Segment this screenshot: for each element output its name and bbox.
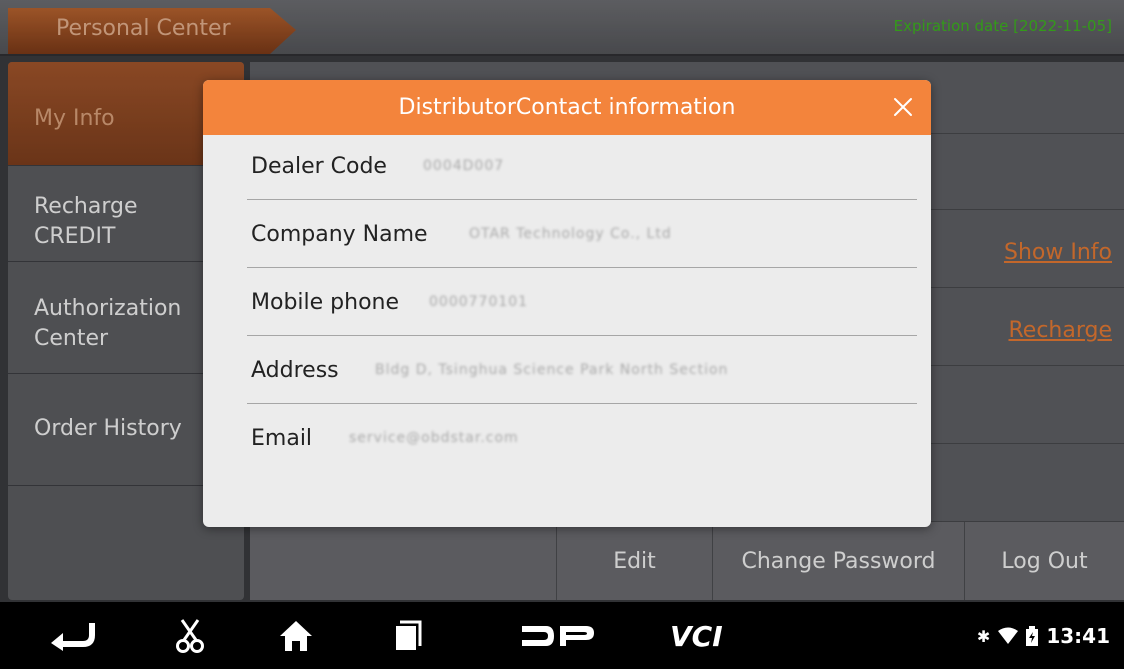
recent-apps-icon[interactable] [378, 602, 438, 669]
back-icon[interactable] [42, 602, 102, 669]
dp-logo-icon[interactable] [518, 602, 598, 669]
status-bar: ✱ 13:41 [977, 624, 1110, 648]
address-label: Address [251, 358, 339, 383]
company-name-value: OTAR Technology Co., Ltd [469, 226, 672, 242]
svg-text:VCI: VCI [670, 621, 723, 651]
system-navbar: VCI ✱ 13:41 [0, 602, 1124, 669]
dealer-code-row: Dealer Code 0004D007 [247, 132, 917, 200]
vci-icon[interactable]: VCI [664, 602, 744, 669]
email-value: service@obdstar.com [349, 430, 519, 446]
company-name-row: Company Name OTAR Technology Co., Ltd [247, 200, 917, 268]
email-row: Email service@obdstar.com [247, 404, 917, 472]
wifi-icon [998, 627, 1019, 644]
mobile-phone-value: 0000770101 [429, 294, 529, 310]
bluetooth-icon: ✱ [976, 626, 991, 646]
address-row: Address Bldg D, Tsinghua Science Park No… [247, 336, 917, 404]
mobile-phone-row: Mobile phone 0000770101 [247, 268, 917, 336]
dealer-code-label: Dealer Code [251, 154, 387, 179]
home-icon[interactable] [266, 602, 326, 669]
battery-icon [1026, 626, 1039, 646]
distributor-contact-dialog: DistributorContact information Dealer Co… [203, 80, 931, 527]
dealer-code-value: 0004D007 [423, 158, 505, 174]
close-icon[interactable] [889, 93, 917, 121]
address-value: Bldg D, Tsinghua Science Park North Sect… [375, 362, 729, 378]
mobile-phone-label: Mobile phone [251, 290, 400, 315]
company-name-label: Company Name [251, 222, 428, 247]
dialog-title: DistributorContact information [398, 95, 736, 120]
clock: 13:41 [1046, 624, 1110, 648]
email-label: Email [251, 426, 313, 451]
scissors-icon[interactable] [160, 602, 220, 669]
dialog-header: DistributorContact information [203, 80, 931, 135]
